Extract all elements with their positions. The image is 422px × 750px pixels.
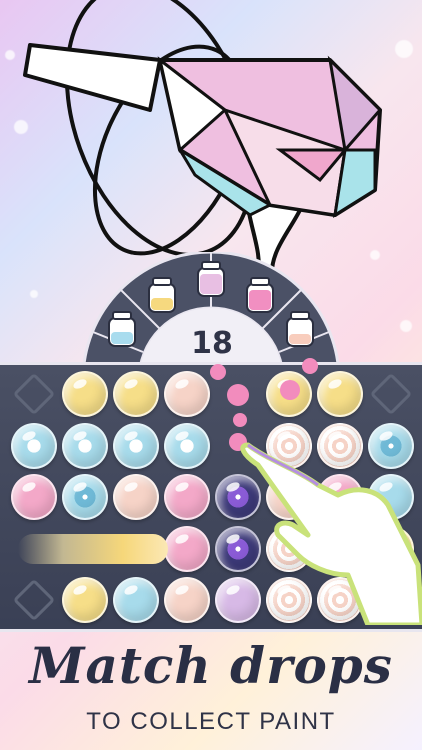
promo-title: Match drops <box>29 636 393 695</box>
blue-vortex-drop[interactable] <box>62 474 108 520</box>
blue-star-drop[interactable] <box>62 422 108 469</box>
pink-drop[interactable] <box>164 525 210 572</box>
peach-drop[interactable] <box>113 474 159 520</box>
match-burst-effect <box>18 533 168 564</box>
empty-slot <box>12 578 56 622</box>
paint-jar-yellow <box>148 277 176 313</box>
paint-jar-peach <box>286 311 314 347</box>
blue-star-drop[interactable] <box>113 422 159 469</box>
paint-jar-lavender <box>197 261 225 297</box>
pink-drop[interactable] <box>11 474 57 520</box>
pink-drop[interactable] <box>164 474 210 520</box>
yellow-drop[interactable] <box>62 577 108 623</box>
empty-slot <box>369 372 413 416</box>
promo-subtitle: TO COLLECT PAINT <box>86 708 336 735</box>
empty-slot <box>12 372 56 416</box>
yellow-drop[interactable] <box>113 371 159 417</box>
paint-jar-light-blue <box>108 311 136 347</box>
popsicle-stick <box>23 43 162 112</box>
blue-star-drop[interactable] <box>11 422 57 469</box>
blue-drop[interactable] <box>113 577 159 623</box>
yellow-drop[interactable] <box>62 371 108 417</box>
peach-drop[interactable] <box>164 577 210 623</box>
tutorial-hand-icon <box>240 442 422 625</box>
paint-jar-pink <box>246 277 274 313</box>
